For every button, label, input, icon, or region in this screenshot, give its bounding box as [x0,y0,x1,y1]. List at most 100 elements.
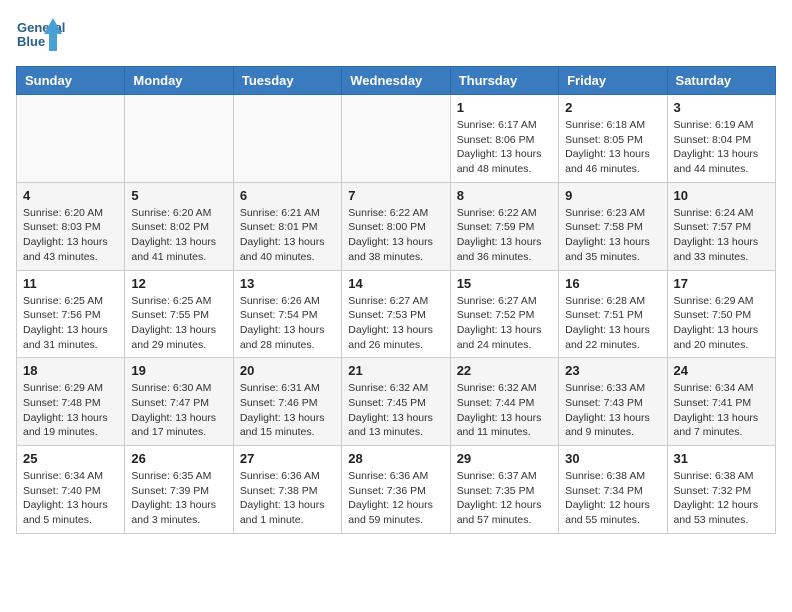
day-number: 28 [348,451,443,466]
day-info: Sunrise: 6:33 AM Sunset: 7:43 PM Dayligh… [565,381,660,440]
day-number: 29 [457,451,552,466]
day-number: 4 [23,188,118,203]
day-info: Sunrise: 6:22 AM Sunset: 7:59 PM Dayligh… [457,206,552,265]
calendar-cell: 9 Sunrise: 6:23 AM Sunset: 7:58 PM Daylig… [559,182,667,270]
day-number: 16 [565,276,660,291]
day-info: Sunrise: 6:35 AM Sunset: 7:39 PM Dayligh… [131,469,226,528]
calendar-cell: 18 Sunrise: 6:29 AM Sunset: 7:48 PM Dayli… [17,358,125,446]
day-of-week-tuesday: Tuesday [233,67,341,95]
day-info: Sunrise: 6:32 AM Sunset: 7:45 PM Dayligh… [348,381,443,440]
day-number: 17 [674,276,769,291]
day-of-week-friday: Friday [559,67,667,95]
day-info: Sunrise: 6:20 AM Sunset: 8:03 PM Dayligh… [23,206,118,265]
day-number: 21 [348,363,443,378]
day-number: 8 [457,188,552,203]
svg-text:Blue: Blue [17,34,45,49]
calendar-cell: 2 Sunrise: 6:18 AM Sunset: 8:05 PM Daylig… [559,95,667,183]
day-info: Sunrise: 6:34 AM Sunset: 7:41 PM Dayligh… [674,381,769,440]
day-info: Sunrise: 6:32 AM Sunset: 7:44 PM Dayligh… [457,381,552,440]
day-info: Sunrise: 6:29 AM Sunset: 7:48 PM Dayligh… [23,381,118,440]
calendar-cell: 11 Sunrise: 6:25 AM Sunset: 7:56 PM Dayli… [17,270,125,358]
calendar-cell: 3Sunrise: 6:19 AM Sunset: 8:04 PM Daylig… [667,95,775,183]
calendar-table: SundayMondayTuesdayWednesdayThursdayFrid… [16,66,776,534]
calendar-week-row: 25Sunrise: 6:34 AM Sunset: 7:40 PM Dayli… [17,446,776,534]
calendar-cell: 15Sunrise: 6:27 AM Sunset: 7:52 PM Dayli… [450,270,558,358]
day-info: Sunrise: 6:27 AM Sunset: 7:52 PM Dayligh… [457,294,552,353]
day-info: Sunrise: 6:26 AM Sunset: 7:54 PM Dayligh… [240,294,335,353]
day-info: Sunrise: 6:18 AM Sunset: 8:05 PM Dayligh… [565,118,660,177]
day-number: 24 [674,363,769,378]
day-number: 31 [674,451,769,466]
calendar-cell: 8 Sunrise: 6:22 AM Sunset: 7:59 PM Daylig… [450,182,558,270]
calendar-cell [17,95,125,183]
day-number: 13 [240,276,335,291]
day-of-week-saturday: Saturday [667,67,775,95]
calendar-cell [125,95,233,183]
calendar-header-row: SundayMondayTuesdayWednesdayThursdayFrid… [17,67,776,95]
day-info: Sunrise: 6:30 AM Sunset: 7:47 PM Dayligh… [131,381,226,440]
day-number: 5 [131,188,226,203]
calendar-cell: 29 Sunrise: 6:37 AM Sunset: 7:35 PM Dayli… [450,446,558,534]
calendar-cell: 23Sunrise: 6:33 AM Sunset: 7:43 PM Dayli… [559,358,667,446]
calendar-cell [233,95,341,183]
calendar-cell: 27Sunrise: 6:36 AM Sunset: 7:38 PM Dayli… [233,446,341,534]
day-number: 30 [565,451,660,466]
day-info: Sunrise: 6:37 AM Sunset: 7:35 PM Dayligh… [457,469,552,528]
calendar-cell: 1 Sunrise: 6:17 AM Sunset: 8:06 PM Daylig… [450,95,558,183]
logo: General Blue [16,16,66,58]
day-of-week-wednesday: Wednesday [342,67,450,95]
day-number: 7 [348,188,443,203]
calendar-cell [342,95,450,183]
day-info: Sunrise: 6:36 AM Sunset: 7:36 PM Dayligh… [348,469,443,528]
day-of-week-thursday: Thursday [450,67,558,95]
day-info: Sunrise: 6:20 AM Sunset: 8:02 PM Dayligh… [131,206,226,265]
day-info: Sunrise: 6:29 AM Sunset: 7:50 PM Dayligh… [674,294,769,353]
day-info: Sunrise: 6:38 AM Sunset: 7:34 PM Dayligh… [565,469,660,528]
day-number: 26 [131,451,226,466]
calendar-week-row: 18 Sunrise: 6:29 AM Sunset: 7:48 PM Dayli… [17,358,776,446]
calendar-cell: 30 Sunrise: 6:38 AM Sunset: 7:34 PM Dayli… [559,446,667,534]
day-number: 14 [348,276,443,291]
calendar-week-row: 4 Sunrise: 6:20 AM Sunset: 8:03 PM Daylig… [17,182,776,270]
day-info: Sunrise: 6:38 AM Sunset: 7:32 PM Dayligh… [674,469,769,528]
day-info: Sunrise: 6:27 AM Sunset: 7:53 PM Dayligh… [348,294,443,353]
logo-svg: General Blue [16,16,66,58]
calendar-cell: 13 Sunrise: 6:26 AM Sunset: 7:54 PM Dayli… [233,270,341,358]
day-number: 11 [23,276,118,291]
page-header: General Blue [16,16,776,58]
day-number: 1 [457,100,552,115]
day-info: Sunrise: 6:34 AM Sunset: 7:40 PM Dayligh… [23,469,118,528]
calendar-cell: 24 Sunrise: 6:34 AM Sunset: 7:41 PM Dayli… [667,358,775,446]
day-number: 20 [240,363,335,378]
day-info: Sunrise: 6:36 AM Sunset: 7:38 PM Dayligh… [240,469,335,528]
calendar-cell: 6 Sunrise: 6:21 AM Sunset: 8:01 PM Daylig… [233,182,341,270]
day-number: 9 [565,188,660,203]
calendar-cell: 21 Sunrise: 6:32 AM Sunset: 7:45 PM Dayli… [342,358,450,446]
day-number: 22 [457,363,552,378]
day-info: Sunrise: 6:17 AM Sunset: 8:06 PM Dayligh… [457,118,552,177]
day-number: 19 [131,363,226,378]
day-info: Sunrise: 6:31 AM Sunset: 7:46 PM Dayligh… [240,381,335,440]
calendar-cell: 25Sunrise: 6:34 AM Sunset: 7:40 PM Dayli… [17,446,125,534]
day-info: Sunrise: 6:23 AM Sunset: 7:58 PM Dayligh… [565,206,660,265]
day-info: Sunrise: 6:28 AM Sunset: 7:51 PM Dayligh… [565,294,660,353]
day-info: Sunrise: 6:24 AM Sunset: 7:57 PM Dayligh… [674,206,769,265]
calendar-cell: 14 Sunrise: 6:27 AM Sunset: 7:53 PM Dayli… [342,270,450,358]
day-info: Sunrise: 6:25 AM Sunset: 7:55 PM Dayligh… [131,294,226,353]
calendar-cell: 12Sunrise: 6:25 AM Sunset: 7:55 PM Dayli… [125,270,233,358]
calendar-cell: 20 Sunrise: 6:31 AM Sunset: 7:46 PM Dayli… [233,358,341,446]
calendar-cell: 5 Sunrise: 6:20 AM Sunset: 8:02 PM Daylig… [125,182,233,270]
day-number: 6 [240,188,335,203]
day-number: 2 [565,100,660,115]
calendar-cell: 7 Sunrise: 6:22 AM Sunset: 8:00 PM Daylig… [342,182,450,270]
calendar-week-row: 1 Sunrise: 6:17 AM Sunset: 8:06 PM Daylig… [17,95,776,183]
calendar-cell: 31 Sunrise: 6:38 AM Sunset: 7:32 PM Dayli… [667,446,775,534]
day-info: Sunrise: 6:21 AM Sunset: 8:01 PM Dayligh… [240,206,335,265]
day-number: 18 [23,363,118,378]
day-info: Sunrise: 6:22 AM Sunset: 8:00 PM Dayligh… [348,206,443,265]
calendar-cell: 28 Sunrise: 6:36 AM Sunset: 7:36 PM Dayli… [342,446,450,534]
day-of-week-sunday: Sunday [17,67,125,95]
day-info: Sunrise: 6:19 AM Sunset: 8:04 PM Dayligh… [674,118,769,177]
day-number: 10 [674,188,769,203]
day-info: Sunrise: 6:25 AM Sunset: 7:56 PM Dayligh… [23,294,118,353]
